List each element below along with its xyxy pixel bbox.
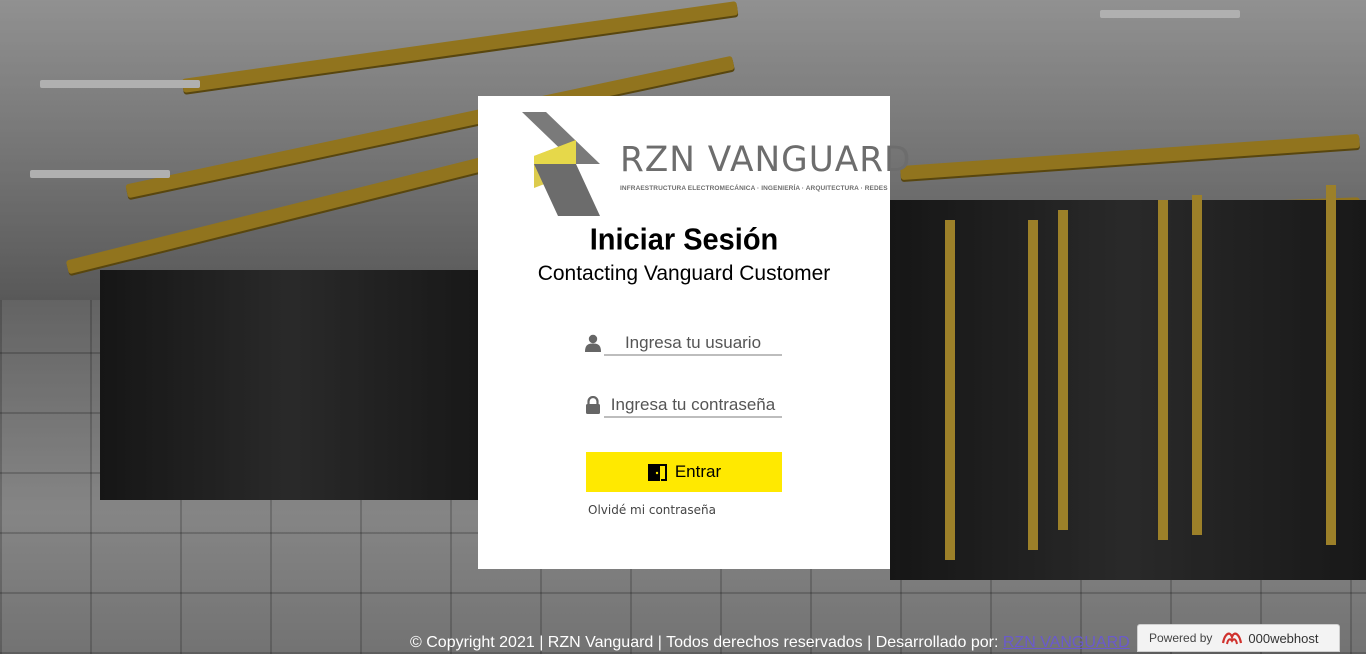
page-title: Iniciar Sesión [589, 223, 779, 257]
webhost-badge[interactable]: Powered by 000webhost [1137, 624, 1340, 652]
lock-icon [586, 396, 600, 414]
forgot-password-link[interactable]: Olvidé mi contraseña [588, 503, 716, 517]
user-icon [585, 334, 601, 352]
password-input[interactable] [604, 394, 782, 418]
submit-button-label: Entrar [674, 462, 722, 481]
submit-button[interactable]: Entrar [586, 452, 782, 492]
footer-copyright: © Copyright 2021 | RZN Vanguard | Todos … [410, 634, 1130, 652]
webhost-logo-icon [1222, 632, 1243, 645]
page-subtitle: Contacting Vanguard Customer [537, 262, 831, 285]
company-logo: RZN VANGUARD INFRAESTRUCTURA ELECTROMECÁ… [520, 112, 910, 220]
powered-by-text: Powered by [1149, 631, 1213, 645]
copyright-text: © Copyright 2021 | RZN Vanguard | Todos … [410, 634, 1003, 651]
developer-link[interactable]: RZN VANGUARD [1003, 634, 1130, 651]
webhost-brand: 000webhost [1248, 630, 1319, 646]
door-exit-icon [647, 464, 667, 481]
logo-mark-icon [522, 112, 600, 216]
username-field [585, 332, 782, 356]
logo-name: RZN VANGUARD [620, 140, 912, 180]
password-field [585, 394, 782, 418]
login-card: RZN VANGUARD INFRAESTRUCTURA ELECTROMECÁ… [478, 96, 910, 569]
username-input[interactable] [604, 332, 782, 356]
logo-tagline: INFRAESTRUCTURA ELECTROMECÁNICA · INGENI… [620, 185, 888, 192]
